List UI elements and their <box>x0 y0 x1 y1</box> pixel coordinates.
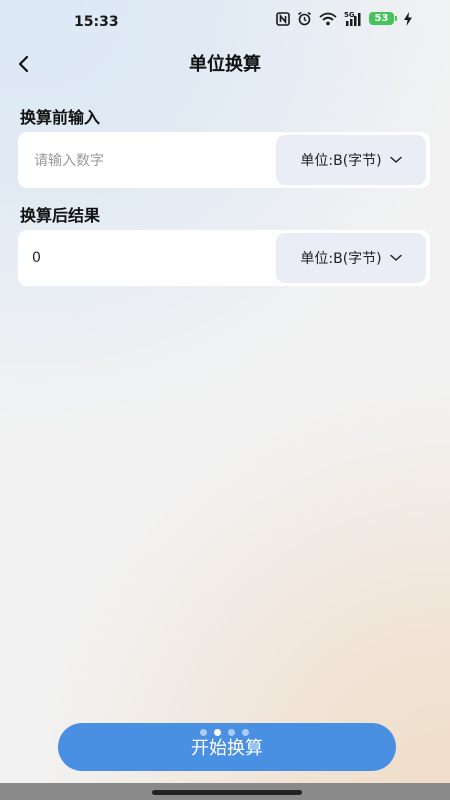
signal-5g-icon: 5G <box>344 11 362 26</box>
page-indicator <box>200 729 249 736</box>
battery-icon: 53 <box>369 12 397 25</box>
input-card: 单位:B(字节) <box>18 132 430 190</box>
charging-icon <box>404 11 412 26</box>
chevron-down-icon <box>389 152 402 168</box>
status-bar: 15:33 5G 53 <box>0 0 450 44</box>
result-unit-select[interactable]: 单位:B(字节) <box>276 233 426 283</box>
chevron-down-icon <box>389 250 402 266</box>
result-value: 0 <box>32 250 41 266</box>
input-unit-select[interactable]: 单位:B(字节) <box>276 135 426 185</box>
result-section-label: 换算后结果 <box>20 206 101 225</box>
number-input[interactable] <box>32 132 276 190</box>
input-unit-label: 单位:B(字节) <box>300 153 382 169</box>
page-dot <box>214 729 221 736</box>
nfc-icon <box>276 11 290 26</box>
status-time: 15:33 <box>74 14 119 30</box>
page-dot <box>228 729 235 736</box>
start-conversion-label: 开始换算 <box>191 738 263 759</box>
status-icons: 5G 53 <box>276 11 412 26</box>
result-card: 0 单位:B(字节) <box>18 230 430 286</box>
home-indicator[interactable] <box>152 790 302 795</box>
back-button[interactable] <box>10 52 38 80</box>
page-title: 单位换算 <box>189 54 261 75</box>
chevron-left-icon <box>17 55 31 77</box>
result-unit-label: 单位:B(字节) <box>300 251 382 267</box>
wifi-icon <box>319 12 337 26</box>
alarm-icon <box>297 11 312 26</box>
page-dot <box>200 729 207 736</box>
input-section-label: 换算前输入 <box>20 108 101 127</box>
page-dot <box>242 729 249 736</box>
battery-tip <box>395 16 397 21</box>
battery-level: 53 <box>369 12 394 25</box>
